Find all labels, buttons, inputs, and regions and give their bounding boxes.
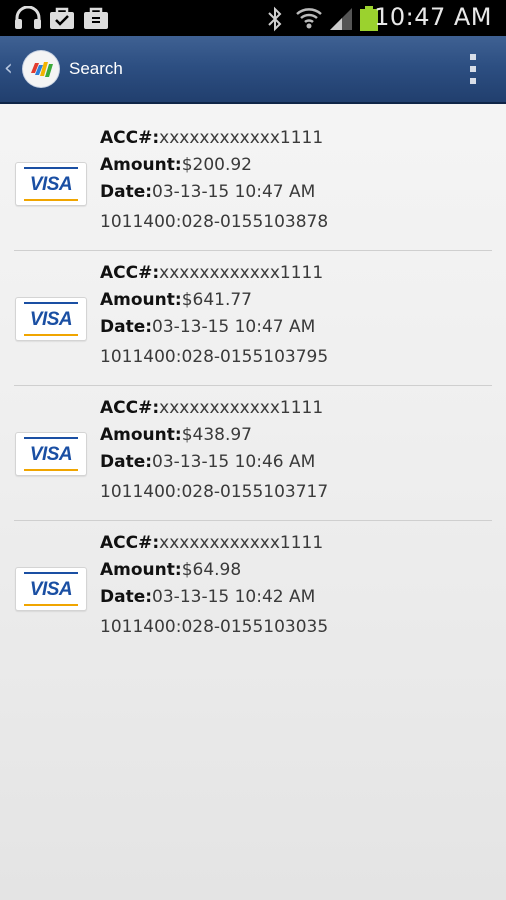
date-line: Date:03-13-15 10:42 AM — [100, 587, 315, 607]
overflow-menu-icon[interactable] — [470, 54, 476, 84]
wifi-icon — [296, 8, 322, 29]
date-label: Date: — [100, 587, 153, 607]
card-stripe-bottom — [24, 199, 78, 201]
card-stripe-top — [24, 167, 78, 169]
bluetooth-icon — [268, 6, 282, 32]
action-bar: ‹ Search — [0, 36, 506, 104]
amount-line: Amount:$438.97 — [100, 425, 252, 445]
acc-label: ACC#: — [100, 398, 160, 418]
reference-number: 1011400:028-0155103795 — [100, 347, 329, 367]
visa-card-icon: VISA — [15, 432, 87, 476]
date-value: 03-13-15 10:47 AM — [152, 182, 316, 202]
card-stripe-bottom — [24, 469, 78, 471]
card-stripe-top — [24, 437, 78, 439]
acc-line: ACC#:xxxxxxxxxxxx1111 — [100, 128, 323, 148]
reference-number: 1011400:028-0155103717 — [100, 482, 329, 502]
transaction-row[interactable]: VISA ACC#:xxxxxxxxxxxx1111 Amount:$200.9… — [0, 116, 506, 251]
transaction-row[interactable]: VISA ACC#:xxxxxxxxxxxx1111 Amount:$64.98… — [0, 521, 506, 656]
date-line: Date:03-13-15 10:46 AM — [100, 452, 315, 472]
amount-value: $641.77 — [181, 290, 252, 310]
card-stripe-bottom — [24, 604, 78, 606]
page-title: Search — [69, 59, 123, 78]
transaction-row[interactable]: VISA ACC#:xxxxxxxxxxxx1111 Amount:$641.7… — [0, 251, 506, 386]
card-brand-label: VISA — [29, 309, 73, 330]
amount-label: Amount: — [100, 155, 182, 175]
acc-line: ACC#:xxxxxxxxxxxx1111 — [100, 263, 323, 283]
acc-label: ACC#: — [100, 533, 160, 553]
amount-value: $64.98 — [181, 560, 242, 580]
chevron-left-icon[interactable]: ‹ — [4, 56, 13, 81]
visa-card-icon: VISA — [15, 567, 87, 611]
acc-value: xxxxxxxxxxxx1111 — [159, 263, 324, 283]
acc-line: ACC#:xxxxxxxxxxxx1111 — [100, 398, 323, 418]
briefcase-icon — [84, 7, 108, 29]
amount-value: $200.92 — [181, 155, 252, 175]
headphones-icon — [15, 6, 41, 29]
card-brand-label: VISA — [29, 444, 73, 465]
date-label: Date: — [100, 182, 153, 202]
acc-value: xxxxxxxxxxxx1111 — [159, 128, 324, 148]
amount-line: Amount:$64.98 — [100, 560, 241, 580]
card-brand-label: VISA — [29, 579, 73, 600]
date-line: Date:03-13-15 10:47 AM — [100, 182, 315, 202]
date-value: 03-13-15 10:46 AM — [152, 452, 316, 472]
reference-number: 1011400:028-0155103878 — [100, 212, 329, 232]
acc-line: ACC#:xxxxxxxxxxxx1111 — [100, 533, 323, 553]
card-stripe-bottom — [24, 334, 78, 336]
amount-label: Amount: — [100, 425, 182, 445]
acc-value: xxxxxxxxxxxx1111 — [159, 533, 324, 553]
app-logo-icon — [31, 62, 53, 77]
visa-card-icon: VISA — [15, 297, 87, 341]
reference-number: 1011400:028-0155103035 — [100, 617, 329, 637]
amount-line: Amount:$200.92 — [100, 155, 252, 175]
amount-label: Amount: — [100, 290, 182, 310]
status-bar: 10:47 AM — [0, 0, 506, 36]
acc-label: ACC#: — [100, 128, 160, 148]
date-value: 03-13-15 10:42 AM — [152, 587, 316, 607]
amount-line: Amount:$641.77 — [100, 290, 252, 310]
date-value: 03-13-15 10:47 AM — [152, 317, 316, 337]
acc-label: ACC#: — [100, 263, 160, 283]
signal-icon — [330, 8, 352, 30]
amount-value: $438.97 — [181, 425, 252, 445]
card-brand-label: VISA — [29, 174, 73, 195]
card-stripe-top — [24, 302, 78, 304]
acc-value: xxxxxxxxxxxx1111 — [159, 398, 324, 418]
date-label: Date: — [100, 317, 153, 337]
transaction-row[interactable]: VISA ACC#:xxxxxxxxxxxx1111 Amount:$438.9… — [0, 386, 506, 521]
shopping-bag-icon — [50, 7, 74, 29]
date-label: Date: — [100, 452, 153, 472]
status-time: 10:47 AM — [374, 3, 492, 31]
date-line: Date:03-13-15 10:47 AM — [100, 317, 315, 337]
card-stripe-top — [24, 572, 78, 574]
amount-label: Amount: — [100, 560, 182, 580]
visa-card-icon: VISA — [15, 162, 87, 206]
app-logo[interactable] — [23, 51, 59, 87]
